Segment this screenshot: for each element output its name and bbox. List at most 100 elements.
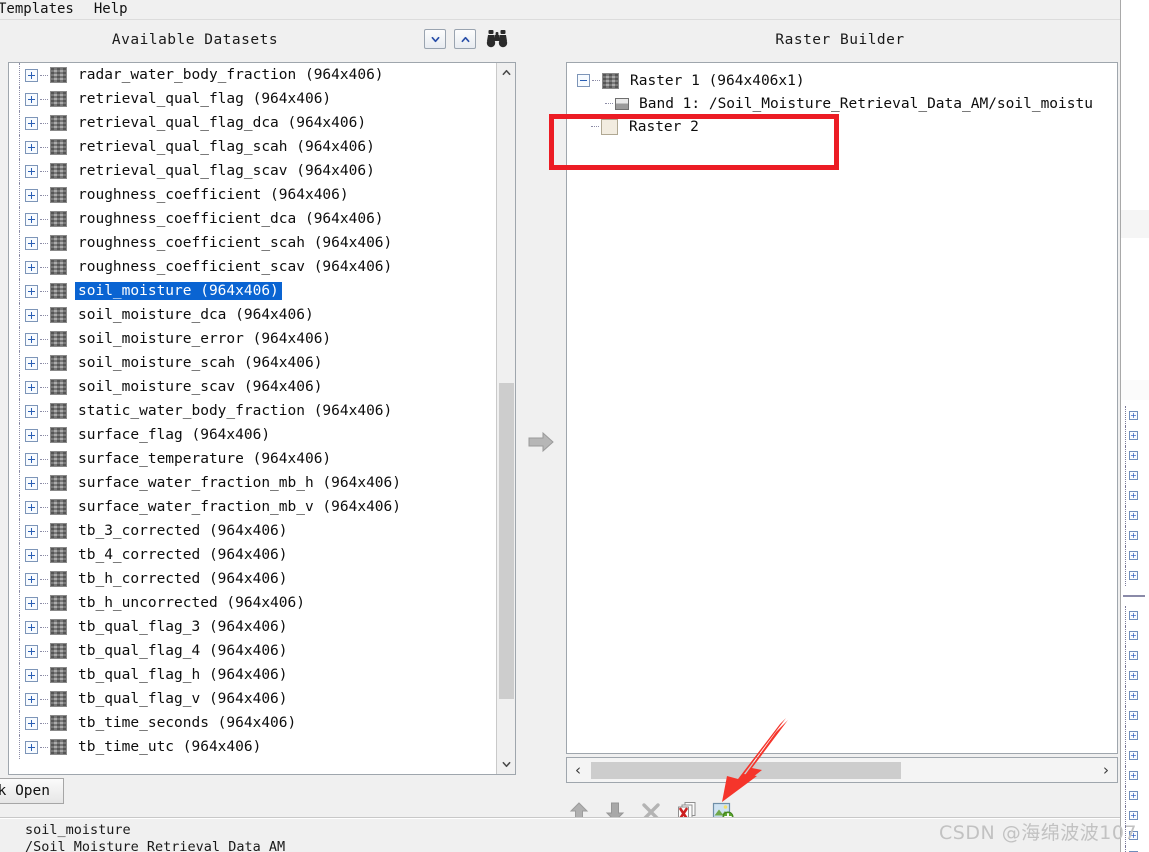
expand-plus-icon[interactable] — [25, 740, 38, 754]
tree-connector — [15, 159, 25, 183]
dataset-list-item[interactable]: tb_qual_flag_v (964x406) — [9, 687, 497, 711]
tree-connector — [15, 735, 25, 759]
collapse-expander-icon[interactable] — [577, 74, 590, 87]
expand-plus-icon[interactable] — [25, 572, 38, 586]
dataset-list-item[interactable]: retrieval_qual_flag_dca (964x406) — [9, 111, 497, 135]
dataset-list-item[interactable]: soil_moisture_scah (964x406) — [9, 351, 497, 375]
expand-plus-icon[interactable] — [25, 620, 38, 634]
expand-plus-icon[interactable] — [25, 380, 38, 394]
expand-plus-icon[interactable] — [25, 452, 38, 466]
scroll-down-button[interactable] — [424, 29, 446, 49]
tree-connector — [40, 338, 48, 340]
menu-templates[interactable]: Templates — [0, 0, 84, 19]
expand-plus-icon[interactable] — [25, 332, 38, 346]
raster-builder-tree[interactable]: Raster 1 (964x406x1) Band 1: /Soil_Moist… — [566, 62, 1118, 754]
expand-plus-icon[interactable] — [25, 164, 38, 178]
tree-connector — [40, 410, 48, 412]
tree-connector — [15, 591, 25, 615]
expand-plus-icon[interactable] — [25, 476, 38, 490]
menu-help[interactable]: Help — [84, 0, 138, 19]
expand-plus-icon[interactable] — [25, 644, 38, 658]
dataset-list-item[interactable]: tb_3_corrected (964x406) — [9, 519, 497, 543]
expand-plus-icon[interactable] — [25, 548, 38, 562]
tree-connector — [40, 602, 48, 604]
transfer-right-button[interactable] — [525, 422, 557, 462]
dataset-list-item[interactable]: tb_time_seconds (964x406) — [9, 711, 497, 735]
dataset-list-item[interactable]: tb_qual_flag_4 (964x406) — [9, 639, 497, 663]
expand-plus-icon[interactable] — [25, 404, 38, 418]
hscroll-left-arrow[interactable]: ‹ — [567, 758, 589, 782]
raster-icon — [50, 139, 67, 155]
dataset-list-item[interactable]: soil_moisture (964x406) — [9, 279, 497, 303]
dataset-list-item[interactable]: roughness_coefficient_dca (964x406) — [9, 207, 497, 231]
dataset-list-item[interactable]: soil_moisture_dca (964x406) — [9, 303, 497, 327]
tree-connector — [40, 74, 48, 76]
dataset-list-item[interactable]: tb_h_corrected (964x406) — [9, 567, 497, 591]
stack-open-button[interactable]: k Open — [0, 778, 64, 804]
expand-plus-icon[interactable] — [25, 260, 38, 274]
find-button[interactable] — [484, 28, 510, 50]
expand-plus-icon[interactable] — [25, 524, 38, 538]
tree-connector — [40, 266, 48, 268]
dataset-list-item[interactable]: tb_4_corrected (964x406) — [9, 543, 497, 567]
dataset-list-item[interactable]: tb_h_uncorrected (964x406) — [9, 591, 497, 615]
scroll-up-button[interactable] — [454, 29, 476, 49]
tree-connector — [15, 111, 25, 135]
expand-plus-icon[interactable] — [25, 236, 38, 250]
tree-row-raster-1[interactable]: Raster 1 (964x406x1) — [567, 69, 1117, 92]
hscroll-track[interactable] — [589, 761, 1095, 779]
available-datasets-vscrollbar[interactable] — [496, 63, 515, 774]
dataset-list-item[interactable]: retrieval_qual_flag_scav (964x406) — [9, 159, 497, 183]
expand-plus-icon[interactable] — [25, 716, 38, 730]
expand-plus-icon[interactable] — [25, 668, 38, 682]
expand-plus-icon[interactable] — [25, 212, 38, 226]
expand-plus-icon[interactable] — [25, 188, 38, 202]
dataset-list-item[interactable]: surface_water_fraction_mb_v (964x406) — [9, 495, 497, 519]
background-tree-row: + — [1121, 566, 1149, 586]
vscroll-thumb[interactable] — [499, 383, 514, 699]
hscroll-right-arrow[interactable]: › — [1095, 758, 1117, 782]
expand-plus-icon[interactable] — [25, 308, 38, 322]
dataset-list-item[interactable]: surface_flag (964x406) — [9, 423, 497, 447]
expand-plus-icon[interactable] — [25, 428, 38, 442]
dataset-list-item-label: soil_moisture_dca (964x406) — [78, 307, 314, 323]
dataset-list-item[interactable]: static_water_body_fraction (964x406) — [9, 399, 497, 423]
tree-connector — [40, 746, 48, 748]
expand-plus-icon[interactable] — [25, 116, 38, 130]
dataset-list-item-label: surface_water_fraction_mb_h (964x406) — [78, 475, 402, 491]
dataset-list-item[interactable]: surface_temperature (964x406) — [9, 447, 497, 471]
vscroll-up-arrow[interactable] — [497, 63, 515, 82]
dataset-list-item[interactable]: retrieval_qual_flag (964x406) — [9, 87, 497, 111]
expand-plus-icon[interactable] — [25, 92, 38, 106]
tree-row-raster-2[interactable]: Raster 2 — [567, 115, 1117, 138]
dataset-list-item[interactable]: soil_moisture_error (964x406) — [9, 327, 497, 351]
dataset-list-item[interactable]: tb_time_utc (964x406) — [9, 735, 497, 759]
dataset-list-item[interactable]: tb_qual_flag_3 (964x406) — [9, 615, 497, 639]
expand-plus-icon[interactable] — [25, 68, 38, 82]
dataset-list-item[interactable]: radar_water_body_fraction (964x406) — [9, 63, 497, 87]
tree-connector — [40, 626, 48, 628]
tree-connector — [40, 722, 48, 724]
expand-plus-icon[interactable] — [25, 284, 38, 298]
tree-connector — [15, 615, 25, 639]
dataset-list-item[interactable]: retrieval_qual_flag_scah (964x406) — [9, 135, 497, 159]
dataset-list-item-label: static_water_body_fraction (964x406) — [78, 403, 393, 419]
expand-plus-icon[interactable] — [25, 596, 38, 610]
expand-plus-icon[interactable] — [25, 140, 38, 154]
dataset-list-item[interactable]: soil_moisture_scav (964x406) — [9, 375, 497, 399]
hscroll-thumb[interactable] — [591, 761, 901, 779]
background-window-edge: ++++++++++++++++++++++ — [1120, 0, 1149, 852]
vscroll-down-arrow[interactable] — [497, 755, 515, 774]
expand-plus-icon[interactable] — [25, 500, 38, 514]
expand-plus-icon[interactable] — [25, 356, 38, 370]
dataset-list-item[interactable]: tb_qual_flag_h (964x406) — [9, 663, 497, 687]
expand-plus-icon[interactable] — [25, 692, 38, 706]
tree-row-band-1[interactable]: Band 1: /Soil_Moisture_Retrieval_Data_AM… — [567, 92, 1117, 115]
raster-icon — [50, 115, 67, 131]
available-datasets-list[interactable]: radar_water_body_fraction (964x406) retri… — [8, 62, 516, 775]
dataset-list-item[interactable]: surface_water_fraction_mb_h (964x406) — [9, 471, 497, 495]
dataset-list-item[interactable]: roughness_coefficient_scav (964x406) — [9, 255, 497, 279]
raster-builder-hscrollbar[interactable]: ‹ › — [566, 757, 1118, 783]
dataset-list-item[interactable]: roughness_coefficient (964x406) — [9, 183, 497, 207]
dataset-list-item[interactable]: roughness_coefficient_scah (964x406) — [9, 231, 497, 255]
